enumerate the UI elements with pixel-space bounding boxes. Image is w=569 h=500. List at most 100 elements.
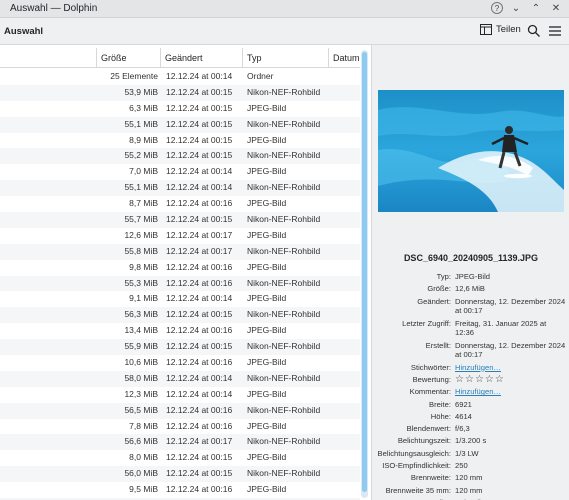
- table-row[interactable]: 55,1 MiB 12.12.24 at 00:14 Nikon-NEF-Rohbi…: [0, 180, 360, 197]
- cell-size: 8,0 MiB: [129, 452, 158, 463]
- cell-modified: 12.12.24 at 00:15: [166, 468, 233, 479]
- cell-size: 7,0 MiB: [129, 166, 158, 177]
- metadata-key: Erstellt:: [425, 340, 451, 350]
- cell-size: 8,9 MiB: [129, 134, 158, 145]
- cell-type: JPEG-Bild: [247, 293, 287, 304]
- metadata-value: 250: [455, 461, 468, 470]
- metadata-key: Blendenwert:: [406, 424, 451, 434]
- file-name: DSC_6940_20240905_1139.JPG: [403, 253, 539, 263]
- table-row[interactable]: 8,0 MiB 12.12.24 at 00:15 JPEG-Bild: [0, 450, 360, 466]
- table-row[interactable]: 56,0 MiB 12.12.24 at 00:15 Nikon-NEF-Rohbi…: [0, 466, 360, 483]
- cell-modified: 12.12.24 at 00:15: [166, 214, 233, 225]
- metadata-value: Donnerstag, 12. Dezember 2024 at 00:17: [455, 296, 566, 316]
- star-icon[interactable]: ☆: [465, 374, 474, 384]
- cell-size: 55,8 MiB: [124, 245, 158, 256]
- table-row[interactable]: 56,5 MiB 12.12.24 at 00:16 Nikon-NEF-Rohbi…: [0, 402, 360, 419]
- cell-modified: 12.12.24 at 00:15: [166, 452, 233, 463]
- star-icon[interactable]: ☆: [485, 374, 494, 384]
- cell-size: 56,6 MiB: [124, 436, 158, 447]
- table-row[interactable]: 13,4 MiB 12.12.24 at 00:16 JPEG-Bild: [0, 323, 360, 339]
- image-preview: [378, 90, 564, 212]
- cell-modified: 12.12.24 at 00:16: [166, 357, 233, 368]
- cell-type: JPEG-Bild: [247, 102, 287, 113]
- cell-modified: 12.12.24 at 00:17: [166, 245, 233, 256]
- table-row[interactable]: 55,2 MiB 12.12.24 at 00:15 Nikon-NEF-Rohbi…: [0, 148, 360, 165]
- cell-modified: 12.12.24 at 00:14: [166, 166, 233, 177]
- cell-modified: 12.12.24 at 00:17: [166, 436, 233, 447]
- scrollbar-thumb[interactable]: [362, 52, 367, 492]
- cell-modified: 12.12.24 at 00:16: [166, 420, 233, 431]
- window-controls: ? ⌄ ⌃ ✕: [491, 1, 563, 15]
- table-row[interactable]: 55,3 MiB 12.12.24 at 00:16 Nikon-NEF-Rohbi…: [0, 275, 360, 292]
- cell-modified: 12.12.24 at 00:15: [166, 102, 233, 113]
- add-link[interactable]: Hinzufügen…: [455, 387, 567, 397]
- cell-modified: 12.12.24 at 00:14: [166, 182, 233, 193]
- metadata-key: Geändert:: [417, 296, 451, 306]
- cell-size: 56,3 MiB: [124, 309, 158, 320]
- table-row[interactable]: 9,5 MiB 12.12.24 at 00:16 JPEG-Bild: [0, 482, 360, 498]
- cell-type: JPEG-Bild: [247, 484, 287, 495]
- table-row[interactable]: 7,8 MiB 12.12.24 at 00:16 JPEG-Bild: [0, 419, 360, 435]
- metadata-value: Donnerstag, 12. Dezember 2024 at 00:17: [455, 340, 566, 360]
- metadata-key: Größe:: [427, 284, 451, 294]
- table-row[interactable]: 55,1 MiB 12.12.24 at 00:15 Nikon-NEF-Rohbi…: [0, 116, 360, 133]
- table-row[interactable]: 55,8 MiB 12.12.24 at 00:17 Nikon-NEF-Rohbi…: [0, 243, 360, 260]
- metadata-value: 120 mm: [455, 473, 483, 483]
- cell-type: JPEG-Bild: [247, 198, 287, 209]
- table-row[interactable]: 25 Elemente 12.12.24 at 00:14 Ordner: [0, 69, 360, 85]
- column-size[interactable]: Größe: [96, 48, 160, 68]
- cell-size: 9,1 MiB: [129, 293, 158, 304]
- information-panel: DSC_6940_20240905_1139.JPG Typ: JPEG-Bild…: [373, 45, 569, 500]
- table-row[interactable]: 56,6 MiB 12.12.24 at 00:17 Nikon-NEF-Rohbi…: [0, 434, 360, 451]
- file-list-pane: Größe Geändert Typ Datum 25 Elemente 12.1…: [0, 45, 372, 500]
- table-row[interactable]: 10,6 MiB 12.12.24 at 00:16 JPEG-Bild: [0, 355, 360, 371]
- cell-type: Nikon-NEF-Rohbild: [247, 404, 321, 415]
- search-icon[interactable]: [527, 24, 541, 38]
- table-row[interactable]: 55,7 MiB 12.12.24 at 00:15 Nikon-NEF-Rohbi…: [0, 212, 360, 228]
- metadata-key: ISO-Empfindlichkeit:: [382, 461, 451, 470]
- table-row[interactable]: 58,0 MiB 12.12.24 at 00:14 Nikon-NEF-Rohbi…: [0, 370, 360, 387]
- help-icon[interactable]: ?: [491, 2, 503, 14]
- column-date[interactable]: Datum: [328, 48, 360, 68]
- star-icon[interactable]: ☆: [495, 374, 504, 384]
- table-row[interactable]: 53,9 MiB 12.12.24 at 00:15 Nikon-NEF-Rohbi…: [0, 84, 360, 101]
- cell-type: Nikon-NEF-Rohbild: [247, 214, 321, 225]
- table-row[interactable]: 8,7 MiB 12.12.24 at 00:16 JPEG-Bild: [0, 196, 360, 212]
- maximize-icon[interactable]: ⌃: [529, 1, 543, 15]
- star-icon[interactable]: ☆: [455, 374, 464, 384]
- table-row[interactable]: 55,9 MiB 12.12.24 at 00:15 Nikon-NEF-Rohbi…: [0, 339, 360, 356]
- table-row[interactable]: 12,3 MiB 12.12.24 at 00:14 JPEG-Bild: [0, 387, 360, 403]
- hamburger-menu-icon[interactable]: [548, 24, 562, 38]
- table-row[interactable]: 8,9 MiB 12.12.24 at 00:15 JPEG-Bild: [0, 133, 360, 149]
- table-row[interactable]: 12,6 MiB 12.12.24 at 00:17 JPEG-Bild: [0, 228, 360, 244]
- table-row[interactable]: 7,0 MiB 12.12.24 at 00:14 JPEG-Bild: [0, 164, 360, 180]
- cell-modified: 12.12.24 at 00:15: [166, 309, 233, 320]
- cell-size: 12,6 MiB: [124, 229, 158, 240]
- cell-modified: 12.12.24 at 00:14: [166, 372, 233, 383]
- add-link[interactable]: Hinzufügen…: [455, 363, 567, 373]
- metadata-key: Bewertung:: [412, 374, 451, 384]
- cell-modified: 12.12.24 at 00:15: [166, 86, 233, 97]
- metadata-value: 4614: [455, 411, 472, 421]
- share-button[interactable]: Teilen: [480, 24, 521, 35]
- rating-stars[interactable]: ☆ ☆ ☆ ☆ ☆: [455, 374, 567, 384]
- star-icon[interactable]: ☆: [475, 374, 484, 384]
- cell-size: 53,9 MiB: [124, 86, 158, 97]
- table-row[interactable]: 9,8 MiB 12.12.24 at 00:16 JPEG-Bild: [0, 260, 360, 276]
- close-icon[interactable]: ✕: [549, 1, 563, 15]
- cell-size: 10,6 MiB: [124, 357, 158, 368]
- cell-type: JPEG-Bild: [247, 325, 287, 336]
- column-name[interactable]: [0, 48, 96, 68]
- table-row[interactable]: 6,3 MiB 12.12.24 at 00:15 JPEG-Bild: [0, 101, 360, 117]
- metadata-key: Brennweite 35 mm:: [385, 485, 451, 495]
- table-row[interactable]: 56,3 MiB 12.12.24 at 00:15 Nikon-NEF-Rohbi…: [0, 307, 360, 324]
- metadata-key: Breite:: [429, 399, 451, 409]
- cell-modified: 12.12.24 at 00:16: [166, 484, 233, 495]
- metadata-value: 120 mm: [455, 485, 483, 495]
- table-row[interactable]: 9,1 MiB 12.12.24 at 00:14 JPEG-Bild: [0, 291, 360, 307]
- minimize-icon[interactable]: ⌄: [509, 1, 523, 15]
- column-type[interactable]: Typ: [242, 48, 328, 68]
- cell-size: 6,3 MiB: [129, 102, 158, 113]
- column-modified[interactable]: Geändert: [160, 48, 242, 68]
- cell-size: 56,0 MiB: [124, 468, 158, 479]
